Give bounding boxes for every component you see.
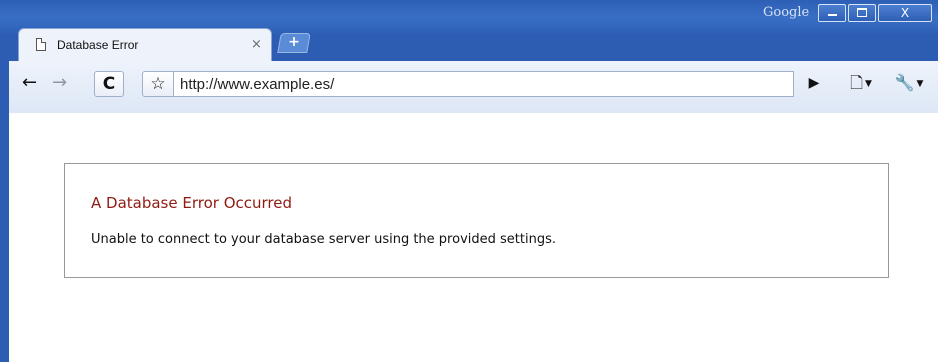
maximize-button[interactable] <box>848 4 876 22</box>
close-x-icon: X <box>900 6 910 20</box>
tab-title: Database Error <box>57 38 139 52</box>
page-icon: 🗋 <box>850 73 863 92</box>
plus-icon: + <box>288 34 300 50</box>
back-button[interactable]: ← <box>16 71 43 97</box>
go-button[interactable]: ▶ <box>802 71 826 97</box>
reload-button[interactable]: C <box>94 71 124 97</box>
bookmark-button[interactable]: ☆ <box>142 71 174 97</box>
reload-icon: C <box>102 74 116 94</box>
forward-button[interactable]: → <box>46 71 73 97</box>
maximize-icon <box>857 8 867 17</box>
star-icon: ☆ <box>150 74 166 94</box>
minimize-icon <box>827 14 837 16</box>
browser-window: Google X Database Error × + ← → C ☆ http… <box>0 0 938 362</box>
error-title: A Database Error Occurred <box>91 194 292 212</box>
error-message: Unable to connect to your database serve… <box>91 232 556 247</box>
chevron-down-icon: ▼ <box>916 78 924 89</box>
page-menu-button[interactable]: 🗋 ▼ <box>841 71 881 97</box>
url-text[interactable]: http://www.example.es/ <box>180 76 334 93</box>
toolbar: ← → C ☆ http://www.example.es/ ▶ 🗋 ▼ 🔧 ▼ <box>9 61 938 114</box>
window-close-button[interactable]: X <box>878 4 932 22</box>
error-box: A Database Error Occurred Unable to conn… <box>64 163 889 278</box>
tab-database-error[interactable]: Database Error × <box>18 28 272 62</box>
chevron-down-icon: ▼ <box>864 78 872 89</box>
arrow-left-icon: ← <box>21 72 38 93</box>
tools-menu-button[interactable]: 🔧 ▼ <box>889 71 929 97</box>
title-brand: Google <box>763 5 810 20</box>
play-icon: ▶ <box>808 75 820 91</box>
arrow-right-icon: → <box>51 72 68 93</box>
close-icon[interactable]: × <box>251 37 262 52</box>
page-content: A Database Error Occurred Unable to conn… <box>9 113 938 362</box>
wrench-icon: 🔧 <box>894 73 915 92</box>
minimize-button[interactable] <box>818 4 846 22</box>
address-bar[interactable]: http://www.example.es/ <box>174 71 794 97</box>
page-icon <box>36 38 46 51</box>
new-tab-button[interactable]: + <box>277 33 311 53</box>
